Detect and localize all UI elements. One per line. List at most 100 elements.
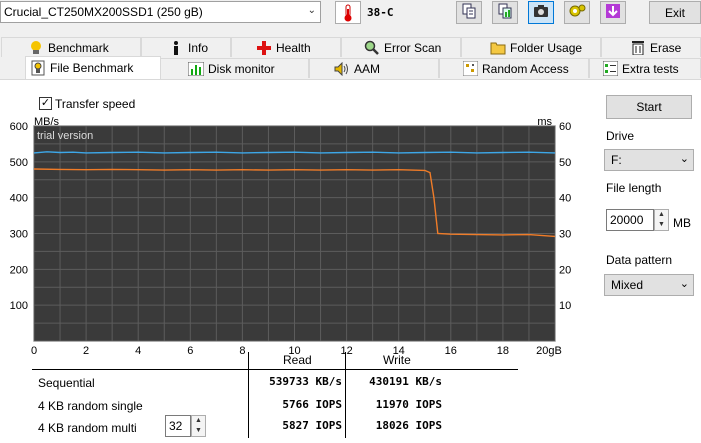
file-benchmark-icon (30, 60, 46, 76)
screenshot-button[interactable] (528, 1, 554, 24)
random-access-icon (462, 61, 478, 77)
drive-label: Drive (606, 129, 635, 143)
copy-screenshot-icon (497, 3, 513, 22)
tab-folder-usage[interactable]: Folder Usage (461, 37, 601, 57)
bar-chart-icon (188, 61, 204, 77)
y-tick-label-left: 300 (10, 229, 28, 241)
health-cross-icon (256, 40, 272, 56)
file-length-label: File length (606, 181, 662, 195)
write-header: Write (383, 353, 411, 367)
row-label-4k-multi: 4 KB random multi (38, 421, 137, 435)
read-header: Read (283, 353, 312, 367)
y-tick-label-left: 400 (10, 193, 28, 205)
exit-button[interactable]: Exit (649, 1, 701, 24)
y-tick-label-right: 20 (559, 264, 571, 276)
drive-dropdown[interactable]: F: ⌄ (604, 149, 694, 171)
tab-label: Health (276, 40, 311, 55)
tab-extra-tests[interactable]: Extra tests (589, 58, 701, 78)
4k-single-read-value: 5766 IOPS (282, 398, 342, 411)
tab-label: Info (188, 40, 209, 55)
x-tick-label: 6 (187, 345, 193, 357)
x-tick-label: 8 (239, 345, 245, 357)
tab-error-scan[interactable]: Error Scan (341, 37, 461, 57)
tab-label: Folder Usage (510, 40, 583, 55)
data-pattern-label: Data pattern (606, 253, 673, 267)
row-label-sequential: Sequential (38, 376, 95, 390)
tab-benchmark[interactable]: Benchmark (1, 37, 141, 57)
table-divider (345, 352, 346, 438)
transfer-speed-label: Transfer speed (55, 97, 136, 111)
spin-up-icon[interactable]: ▲ (655, 210, 668, 220)
data-pattern-dropdown[interactable]: Mixed ⌄ (604, 274, 694, 296)
update-button[interactable] (600, 1, 626, 24)
tab-label: Benchmark (48, 40, 109, 55)
4k-multi-read-value: 5827 IOPS (282, 419, 342, 432)
temperature-value: 38-C (367, 6, 394, 19)
tab-label: Error Scan (384, 40, 442, 55)
y-tick-label-right: 50 (559, 157, 571, 169)
x-tick-label: 18 (497, 345, 509, 357)
lightbulb-icon (28, 40, 44, 56)
transfer-speed-chart: 1002003004005006001020304050600 2 4 6 8 10 12 1… (10, 116, 572, 357)
file-length-input[interactable]: 20000 (606, 209, 654, 231)
table-divider (248, 352, 249, 438)
y-tick-label-left: 100 (10, 300, 28, 312)
file-length-unit: MB (673, 216, 691, 230)
copy-icon (461, 3, 477, 22)
x-tick-label: 0 (31, 345, 37, 357)
tab-disk-monitor[interactable]: Disk monitor (159, 58, 309, 78)
queue-depth-spinner[interactable]: ▲ ▼ (191, 415, 206, 437)
options-button[interactable] (564, 1, 590, 24)
tab-aam[interactable]: AAM (309, 58, 439, 78)
y-tick-label-right: 10 (559, 300, 571, 312)
right-axis-unit: ms (537, 116, 552, 128)
spin-up-icon[interactable]: ▲ (192, 416, 205, 426)
checklist-icon (602, 61, 618, 77)
y-tick-label-right: 60 (559, 121, 571, 133)
tab-erase[interactable]: Erase (601, 37, 701, 57)
folder-icon (490, 40, 506, 56)
y-tick-label-left: 600 (10, 121, 28, 133)
magnifier-icon (364, 40, 380, 56)
info-icon (168, 40, 184, 56)
tab-file-benchmark[interactable]: File Benchmark (25, 56, 161, 79)
trash-icon (630, 40, 646, 56)
queue-depth-input[interactable]: 32 (165, 415, 191, 437)
row-label-4k-single: 4 KB random single (38, 399, 143, 413)
y-tick-label-right: 30 (559, 229, 571, 241)
tab-label: Random Access (482, 61, 569, 76)
table-divider (32, 369, 518, 370)
thermometer-icon (335, 1, 361, 24)
tab-random-access[interactable]: Random Access (439, 58, 589, 78)
x-tick-label: 4 (135, 345, 141, 357)
x-tick-label: 12 (340, 345, 352, 357)
tab-info[interactable]: Info (141, 37, 231, 57)
sequential-read-value: 539733 KB/s (269, 375, 342, 388)
start-button[interactable]: Start (606, 95, 692, 119)
camera-icon (533, 4, 549, 21)
y-tick-label-right: 40 (559, 193, 571, 205)
speaker-icon (334, 61, 350, 77)
download-icon (605, 3, 621, 22)
spin-down-icon[interactable]: ▼ (192, 426, 205, 436)
spin-down-icon[interactable]: ▼ (655, 220, 668, 230)
data-pattern-value: Mixed (611, 278, 644, 292)
tab-label: AAM (354, 61, 381, 76)
tab-label: Disk monitor (208, 61, 275, 76)
transfer-speed-checkbox[interactable]: ✓ (39, 97, 52, 110)
copy-button[interactable] (456, 1, 482, 24)
drive-select[interactable]: Crucial_CT250MX200SSD1 (250 gB) ⌄ (0, 1, 321, 23)
x-tick-label: 16 (445, 345, 457, 357)
4k-single-write-value: 11970 IOPS (375, 398, 442, 411)
tab-health[interactable]: Health (231, 37, 341, 57)
y-tick-label-left: 500 (10, 157, 28, 169)
copy-screenshot-button[interactable] (492, 1, 518, 24)
drive-dropdown-value: F: (611, 153, 622, 167)
4k-multi-write-value: 18026 IOPS (375, 419, 442, 432)
watermark: trial version (37, 130, 93, 142)
tab-label: Erase (650, 40, 682, 55)
left-axis-unit: MB/s (34, 116, 60, 128)
sequential-write-value: 430191 KB/s (369, 375, 442, 388)
file-length-spinner[interactable]: ▲ ▼ (654, 209, 669, 231)
tab-label: File Benchmark (50, 61, 134, 75)
